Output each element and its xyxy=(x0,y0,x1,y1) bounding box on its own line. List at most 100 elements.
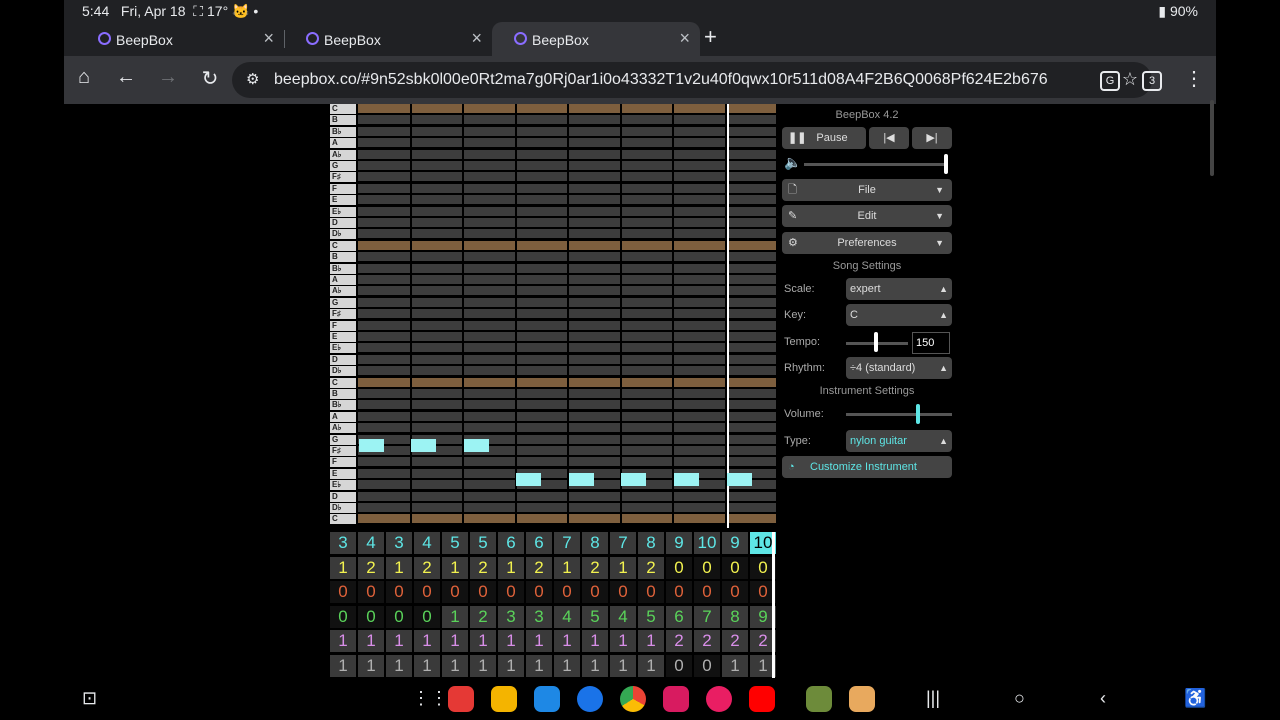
pattern-cell[interactable]: 0 xyxy=(526,581,552,603)
pattern-cell[interactable]: 7 xyxy=(610,532,636,554)
note-block[interactable] xyxy=(359,439,384,452)
piano-key[interactable]: E xyxy=(330,195,356,205)
pattern-cell[interactable]: 2 xyxy=(694,630,720,652)
piano-key[interactable]: B xyxy=(330,115,356,125)
close-tab-icon[interactable]: × xyxy=(679,28,690,49)
pattern-cell[interactable]: 5 xyxy=(638,605,664,628)
piano-key[interactable]: D♭ xyxy=(330,503,356,513)
pattern-cell[interactable]: 1 xyxy=(498,630,524,652)
home-button-icon[interactable]: ○ xyxy=(1014,688,1025,709)
pattern-cell[interactable]: 1 xyxy=(554,654,580,677)
accessibility-icon[interactable]: ♿ xyxy=(1184,688,1206,709)
pattern-cell[interactable]: 2 xyxy=(638,556,664,579)
pattern-cell[interactable]: 1 xyxy=(722,654,748,677)
pattern-cell[interactable]: 1 xyxy=(442,630,468,652)
master-volume-slider[interactable] xyxy=(944,154,948,174)
pattern-cell[interactable]: 2 xyxy=(470,556,496,579)
pattern-cell[interactable]: 5 xyxy=(470,532,496,554)
piano-key[interactable]: F xyxy=(330,321,356,331)
pattern-cell[interactable]: 2 xyxy=(414,556,440,579)
instrument-volume-track[interactable] xyxy=(846,413,952,416)
messages-app-icon[interactable] xyxy=(577,686,603,712)
pattern-cell[interactable]: 1 xyxy=(498,654,524,677)
piano-key[interactable]: A xyxy=(330,275,356,285)
note-block[interactable] xyxy=(727,473,752,486)
piano-key[interactable]: B xyxy=(330,252,356,262)
pattern-cell[interactable]: 1 xyxy=(554,630,580,652)
screen-recorder-icon[interactable]: ⊡ xyxy=(82,688,97,709)
pattern-cell[interactable]: 7 xyxy=(554,532,580,554)
tab-2[interactable]: BeepBox × xyxy=(284,22,492,56)
customize-instrument-button[interactable]: ◔ Customize Instrument xyxy=(782,456,952,478)
piano-key[interactable]: D xyxy=(330,355,356,365)
pattern-cell[interactable]: 10 xyxy=(694,532,720,554)
pattern-cell[interactable]: 1 xyxy=(442,605,468,628)
pattern-cell[interactable]: 0 xyxy=(694,581,720,603)
pattern-cell[interactable]: 1 xyxy=(582,630,608,652)
piano-key[interactable]: A xyxy=(330,412,356,422)
pattern-cell[interactable]: 3 xyxy=(526,605,552,628)
note-block[interactable] xyxy=(516,473,541,486)
piano-key[interactable]: D xyxy=(330,218,356,228)
file-menu-button[interactable]: 🗋 File ▼ xyxy=(782,179,952,201)
preferences-menu-button[interactable]: ⚙ Preferences ▼ xyxy=(782,232,952,254)
piano-key[interactable]: B♭ xyxy=(330,127,356,137)
piano-key[interactable]: B xyxy=(330,389,356,399)
game-app-icon[interactable] xyxy=(849,686,875,712)
pattern-cell[interactable]: 2 xyxy=(582,556,608,579)
address-bar[interactable]: ⚙ beepbox.co/#9n52sbk0l00e0Rt2ma7g0Rj0ar… xyxy=(232,62,1152,98)
piano-key[interactable]: D♭ xyxy=(330,229,356,239)
piano-key[interactable]: E xyxy=(330,469,356,479)
pattern-cell[interactable]: 9 xyxy=(666,532,692,554)
rhythm-select[interactable]: ÷4 (standard) ▲ xyxy=(846,357,952,379)
translate-icon[interactable]: G xyxy=(1100,71,1120,91)
pattern-cell[interactable]: 1 xyxy=(442,556,468,579)
scale-select[interactable]: expert ▲ xyxy=(846,278,952,300)
page-scrollbar[interactable] xyxy=(1210,100,1214,176)
pattern-cell[interactable]: 1 xyxy=(470,654,496,677)
pattern-cell[interactable]: 0 xyxy=(358,605,384,628)
files-app-icon[interactable] xyxy=(491,686,517,712)
piano-key[interactable]: C xyxy=(330,514,356,524)
note-block[interactable] xyxy=(464,439,489,452)
piano-key[interactable]: F xyxy=(330,457,356,467)
piano-key[interactable]: F♯ xyxy=(330,172,356,182)
pattern-cell[interactable]: 0 xyxy=(722,556,748,579)
piano-key[interactable]: E♭ xyxy=(330,343,356,353)
recents-icon[interactable]: ||| xyxy=(926,688,940,709)
tab-3-active[interactable]: BeepBox × xyxy=(492,22,700,56)
pattern-cell[interactable]: 4 xyxy=(414,532,440,554)
pattern-cell[interactable]: 0 xyxy=(470,581,496,603)
pattern-cell[interactable]: 5 xyxy=(442,532,468,554)
site-settings-icon[interactable]: ⚙ xyxy=(246,70,259,88)
pattern-editor[interactable] xyxy=(358,104,776,528)
pattern-cell[interactable]: 0 xyxy=(582,581,608,603)
note-block[interactable] xyxy=(411,439,436,452)
track-scrollbar[interactable] xyxy=(772,532,775,678)
pattern-cell[interactable]: 1 xyxy=(470,630,496,652)
piano-key[interactable]: A♭ xyxy=(330,286,356,296)
piano-key[interactable]: F♯ xyxy=(330,446,356,456)
pattern-cell[interactable]: 1 xyxy=(610,556,636,579)
pattern-cell[interactable]: 0 xyxy=(358,581,384,603)
pattern-cell[interactable]: 0 xyxy=(442,581,468,603)
note-block[interactable] xyxy=(674,473,699,486)
close-tab-icon[interactable]: × xyxy=(263,28,274,49)
pattern-cell[interactable]: 0 xyxy=(666,556,692,579)
pattern-cell[interactable]: 0 xyxy=(610,581,636,603)
back-button-icon[interactable]: ‹ xyxy=(1100,688,1106,709)
pattern-cell[interactable]: 2 xyxy=(722,630,748,652)
piano-key[interactable]: A xyxy=(330,138,356,148)
video-app-icon[interactable] xyxy=(706,686,732,712)
tab-1[interactable]: BeepBox × xyxy=(76,22,284,56)
piano-key[interactable]: D xyxy=(330,492,356,502)
bookmark-star-icon[interactable]: ☆ xyxy=(1122,69,1138,90)
pattern-cell[interactable]: 1 xyxy=(638,630,664,652)
pattern-cell[interactable]: 0 xyxy=(414,581,440,603)
pattern-cell[interactable]: 3 xyxy=(330,532,356,554)
pattern-cell[interactable]: 6 xyxy=(498,532,524,554)
pattern-cell[interactable]: 0 xyxy=(694,556,720,579)
pattern-cell[interactable]: 3 xyxy=(386,532,412,554)
piano-key[interactable]: A♭ xyxy=(330,150,356,160)
reload-icon[interactable]: ↻ xyxy=(196,66,224,91)
